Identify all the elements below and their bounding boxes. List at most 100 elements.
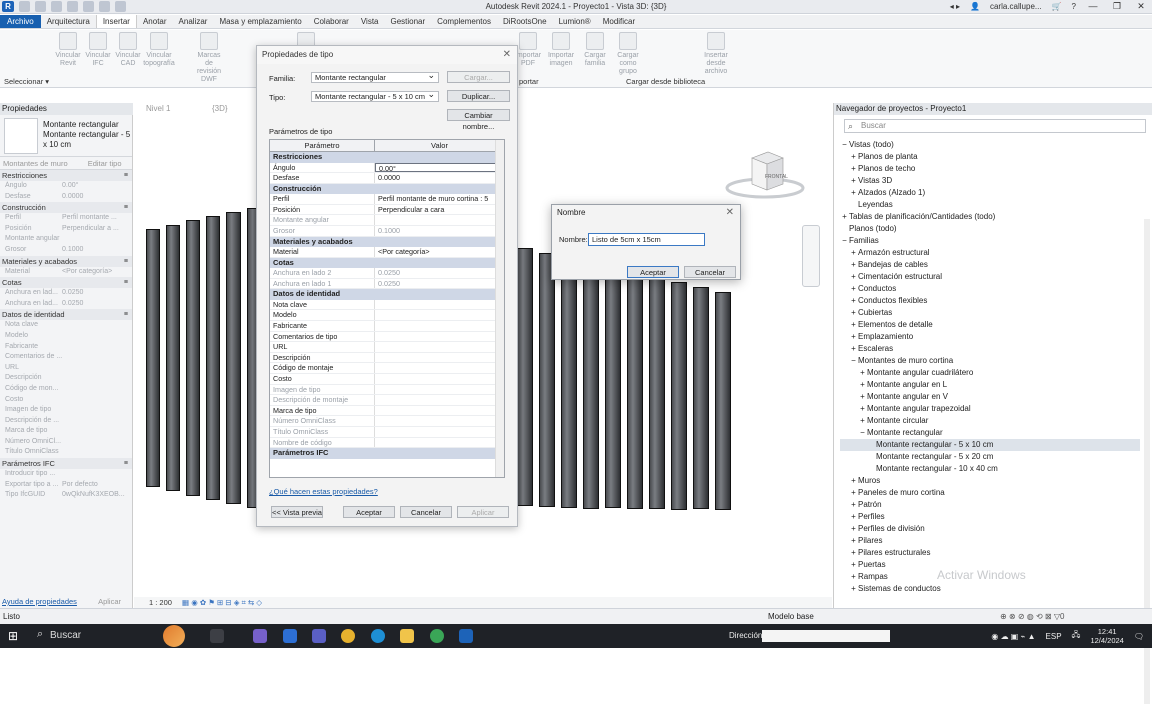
browser-tree-item[interactable]: + Vistas 3D [840,175,1140,187]
file-explorer-icon[interactable] [400,629,414,643]
type-selector[interactable]: Montante rectangular Montante rectangula… [0,115,132,157]
grid-section[interactable]: Parámetros IFC [270,448,504,459]
parameter-value[interactable] [375,310,504,320]
expand-toggle-icon[interactable]: + [849,295,858,307]
parameter-value[interactable]: 0.0250 [375,279,504,289]
parameter-value[interactable]: 0.00° [375,162,504,173]
mullion-3d[interactable] [166,225,180,491]
duplicate-button[interactable]: Duplicar... [447,90,510,102]
user-icon[interactable]: 👤 [970,2,980,11]
grid-section[interactable]: Construcción [270,183,504,195]
browser-search-input[interactable]: Buscar [844,119,1146,133]
browser-tree-item[interactable]: Planos (todo) [840,223,1140,235]
expand-toggle-icon[interactable]: + [849,475,858,487]
expand-toggle-icon[interactable]: − [840,139,849,151]
teams-icon[interactable] [312,629,326,643]
properties-row[interactable]: Modelo [0,331,132,342]
col-value[interactable]: Valor [375,140,504,151]
grid-row[interactable]: Perfil Perfil montante de muro cortina : … [270,194,504,205]
chrome-2-icon[interactable] [430,629,444,643]
cancel-button[interactable]: Cancelar [400,506,452,518]
parameter-value[interactable] [375,395,504,405]
browser-tree-item[interactable]: + Escaleras [840,343,1140,355]
browser-tree-item[interactable]: + Muros [840,475,1140,487]
properties-row[interactable]: Título OmniClass [0,447,132,458]
ribbon-button-4[interactable]: Marcas de revisión DWF [193,32,225,84]
expand-toggle-icon[interactable]: + [849,247,858,259]
browser-tree-item[interactable]: − Vistas (todo) [840,139,1140,151]
properties-row[interactable]: Número OmniCl... [0,437,132,448]
expand-toggle-icon[interactable]: + [849,487,858,499]
properties-row[interactable]: URL [0,363,132,374]
ribbon-button-1[interactable]: Vincular IFC [82,32,114,68]
expand-toggle-icon[interactable]: + [858,403,867,415]
name-cancel-button[interactable]: Cancelar [684,266,736,278]
view-control-icons[interactable]: ▦ ◉ ✿ ⚑ ⊞ ⊟ ◈ ⌗ ⇆ ◇ [182,598,262,607]
grid-row[interactable]: Grosor 0.1000 [270,225,504,237]
browser-tree-item[interactable]: Leyendas [840,199,1140,211]
browser-tree-item[interactable]: + Montante angular cuadrilátero [840,367,1140,379]
browser-tree-item[interactable]: + Conductos flexibles [840,295,1140,307]
ribbon-tab-anotar[interactable]: Anotar [137,15,173,28]
properties-row[interactable]: Imagen de tipo [0,405,132,416]
browser-tree-item[interactable]: + Alzados (Alzado 1) [840,187,1140,199]
grid-row[interactable]: Anchura en lado 2 0.0250 [270,268,504,279]
properties-row[interactable]: Comentarios de ... [0,352,132,363]
browser-tree-item[interactable]: Montante rectangular - 5 x 10 cm [840,439,1140,451]
expand-toggle-icon[interactable]: + [849,271,858,283]
browser-tree-item[interactable]: + Bandejas de cables [840,259,1140,271]
parameter-value[interactable]: 0.1000 [375,226,504,236]
type-select[interactable]: Montante rectangular - 5 x 10 cm [311,89,439,102]
mullion-3d[interactable] [146,229,160,487]
parameter-value[interactable] [375,374,504,384]
info-center-icon[interactable]: ◂ ▸ [950,2,960,11]
load-button[interactable]: Cargar... [447,71,510,83]
mullion-3d[interactable] [206,216,220,500]
properties-row[interactable]: Introducir tipo ... [0,469,132,480]
expand-toggle-icon[interactable]: + [849,163,858,175]
grid-scrollbar[interactable] [495,140,504,477]
parameter-value[interactable] [375,342,504,352]
mullion-3d[interactable] [517,248,533,506]
properties-row[interactable]: Material <Por categoría> [0,267,132,278]
tray-icons[interactable]: ◉ ☁ ▣ ⌁ ▲ [991,632,1035,641]
parameter-value[interactable] [375,416,504,426]
grid-row[interactable]: Fabricante [270,321,504,332]
view-scale[interactable]: 1 : 200 [149,598,172,607]
clock[interactable]: 12:41 12/4/2024 [1090,627,1123,645]
mullion-3d[interactable] [583,263,599,509]
expand-toggle-icon[interactable]: + [849,283,858,295]
browser-tree-item[interactable]: + Perfiles de división [840,523,1140,535]
browser-tree-item[interactable]: + Paneles de muro cortina [840,487,1140,499]
expand-toggle-icon[interactable]: + [849,499,858,511]
mullion-3d[interactable] [715,292,731,510]
properties-section[interactable]: Cotas [0,277,132,289]
ribbon-button-9[interactable]: Cargar como grupo [612,32,644,76]
properties-row[interactable]: Perfil Perfil montante ... [0,213,132,224]
user-name[interactable]: carla.callupe... [990,2,1042,11]
grid-row[interactable]: Posición Perpendicular a cara [270,204,504,216]
grid-row[interactable]: Ángulo 0.00° [270,162,504,174]
properties-section[interactable]: Datos de identidad [0,309,132,321]
cart-icon[interactable]: 🛒 [1052,2,1062,11]
expand-toggle-icon[interactable]: + [858,367,867,379]
properties-help-link[interactable]: Ayuda de propiedades [2,596,77,608]
browser-tree-item[interactable]: + Pilares [840,535,1140,547]
expand-toggle-icon[interactable]: − [849,355,858,367]
browser-tree-item[interactable]: + Montante angular trapezoidal [840,403,1140,415]
status-model[interactable]: Modelo base [768,609,814,625]
browser-tree-item[interactable]: + Cimentación estructural [840,271,1140,283]
ribbon-tab-insertar[interactable]: Insertar [95,15,137,28]
grid-row[interactable]: Montante angular [270,215,504,226]
mullion-3d[interactable] [693,287,709,509]
properties-row[interactable]: Costo [0,395,132,406]
browser-tree-item[interactable]: + Patrón [840,499,1140,511]
ribbon-tab-lumion-[interactable]: Lumion® [553,15,597,28]
edge-icon[interactable] [371,629,385,643]
mullion-3d[interactable] [671,282,687,510]
navigation-bar[interactable] [802,225,820,287]
browser-tree-item[interactable]: + Montante angular en L [840,379,1140,391]
grid-section[interactable]: Datos de identidad [270,289,504,300]
selection-filter-icons[interactable]: ⊕ ⊗ ⊘ ◍ ⟲ ⊠ ▽0 [1000,609,1064,625]
app-1-icon[interactable] [253,629,267,643]
